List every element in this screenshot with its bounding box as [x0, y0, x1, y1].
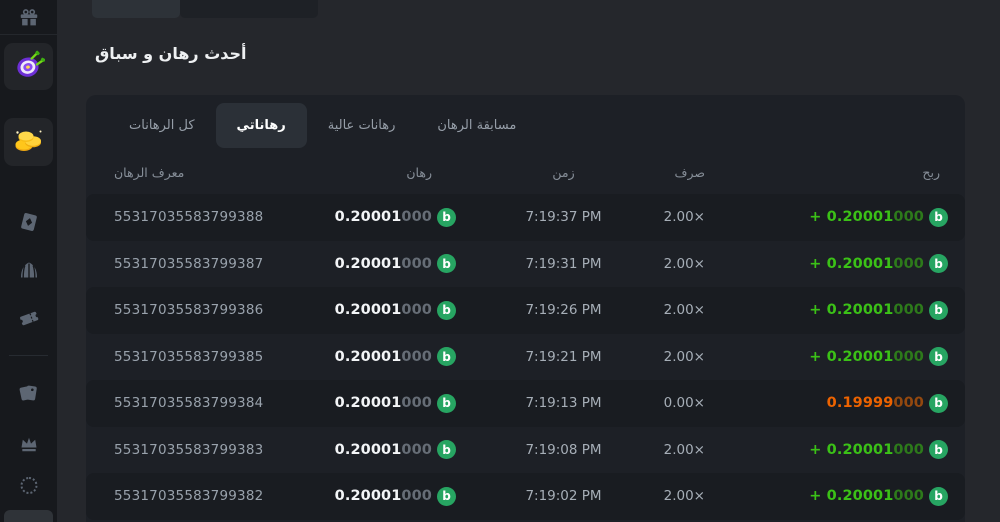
bet-time: 7:19:08 PM: [525, 442, 601, 458]
tags-icon[interactable]: [18, 382, 40, 404]
bet-amount: 0.20001000 b: [335, 487, 456, 506]
col-bet-id: معرف الرهان: [114, 165, 304, 180]
bet-payout: 2.00×: [664, 488, 705, 504]
bets-tabs: كل الرهانات رهاناتي رهانات عالية مسابقة …: [108, 103, 537, 148]
bet-amount: 0.20001000 b: [335, 208, 456, 227]
page-title: أحدث رهان و سباق: [95, 44, 247, 63]
bet-id: 55317035583799383: [114, 442, 304, 458]
bet-time: 7:19:02 PM: [525, 488, 601, 504]
bet-amount: 0.20001000 b: [335, 394, 456, 413]
bet-row[interactable]: 55317035583799384 0.20001000 b 7:19:13 P…: [86, 380, 965, 427]
bet-time: 7:19:26 PM: [525, 302, 601, 318]
bet-payout: 2.00×: [664, 302, 705, 318]
coin-icon: b: [929, 254, 948, 273]
coin-icon: b: [929, 347, 948, 366]
bet-row[interactable]: 55317035583799385 0.20001000 b 7:19:21 P…: [86, 334, 965, 381]
coin-icon: b: [437, 301, 456, 320]
coin-icon: b: [437, 440, 456, 459]
col-payout: صرف: [675, 165, 705, 180]
target-dart-icon: [13, 49, 45, 85]
coin-icon: b: [437, 487, 456, 506]
bet-payout: 2.00×: [664, 209, 705, 225]
table-header: معرف الرهان رهان زمن صرف ربح: [86, 152, 965, 192]
bets-panel: كل الرهانات رهاناتي رهانات عالية مسابقة …: [86, 95, 965, 522]
card-diamond-icon[interactable]: [18, 211, 40, 233]
shell-icon[interactable]: [18, 259, 40, 281]
coin-icon: b: [929, 394, 948, 413]
bet-time: 7:19:37 PM: [525, 209, 601, 225]
bet-id: 55317035583799386: [114, 302, 304, 318]
sidebar: [0, 0, 57, 522]
crown-icon[interactable]: [18, 433, 40, 455]
bet-amount: 0.20001000 b: [335, 254, 456, 273]
gold-coins-tile[interactable]: [4, 118, 53, 166]
bet-payout: 2.00×: [664, 256, 705, 272]
col-profit: ربح: [922, 165, 948, 180]
gift-icon[interactable]: [18, 7, 40, 29]
bet-row[interactable]: 55317035583799382 0.20001000 b 7:19:02 P…: [86, 473, 965, 520]
gear-icon[interactable]: [20, 477, 37, 494]
coin-icon: b: [929, 440, 948, 459]
top-partial-tab-active[interactable]: [92, 0, 180, 18]
bet-id: 55317035583799382: [114, 488, 304, 504]
bet-profit: + 0.20001000 b: [809, 487, 948, 506]
tab-my-bets[interactable]: رهاناتي: [216, 103, 307, 148]
col-bet: رهان: [406, 165, 456, 180]
main-content: أحدث رهان و سباق كل الرهانات رهاناتي رها…: [57, 0, 1000, 522]
bet-profit: 0.19999000 b: [827, 394, 948, 413]
coin-icon: b: [929, 208, 948, 227]
bet-row[interactable]: 55317035583799383 0.20001000 b 7:19:08 P…: [86, 427, 965, 474]
sidebar-divider: [0, 34, 57, 35]
bet-time: 7:19:21 PM: [525, 349, 601, 365]
coin-icon: b: [437, 254, 456, 273]
target-dart-tile[interactable]: [4, 43, 53, 90]
bet-amount: 0.20001000 b: [335, 440, 456, 459]
bet-id: 55317035583799385: [114, 349, 304, 365]
coin-icon: b: [437, 394, 456, 413]
sidebar-divider: [9, 355, 48, 356]
tab-bet-contest[interactable]: مسابقة الرهان: [416, 103, 537, 148]
tab-all-bets[interactable]: كل الرهانات: [108, 103, 216, 148]
bet-amount: 0.20001000 b: [335, 347, 456, 366]
bet-payout: 2.00×: [664, 349, 705, 365]
bet-payout: 2.00×: [664, 442, 705, 458]
bet-id: 55317035583799387: [114, 256, 304, 272]
bet-row[interactable]: 55317035583799386 0.20001000 b 7:19:26 P…: [86, 287, 965, 334]
bet-row[interactable]: 55317035583799388 0.20001000 b 7:19:37 P…: [86, 194, 965, 241]
bet-id: 55317035583799388: [114, 209, 304, 225]
partial-sidebar-tile[interactable]: [4, 510, 53, 522]
bet-profit: + 0.20001000 b: [809, 254, 948, 273]
bet-payout: 0.00×: [664, 395, 705, 411]
bet-rows: 55317035583799388 0.20001000 b 7:19:37 P…: [86, 194, 965, 520]
bet-profit: + 0.20001000 b: [809, 301, 948, 320]
ticket-icon[interactable]: [18, 307, 40, 329]
coin-icon: b: [437, 347, 456, 366]
bet-time: 7:19:31 PM: [525, 256, 601, 272]
gold-coins-icon: [12, 125, 46, 159]
bet-amount: 0.20001000 b: [335, 301, 456, 320]
bet-profit: + 0.20001000 b: [809, 440, 948, 459]
bet-id: 55317035583799384: [114, 395, 304, 411]
bet-time: 7:19:13 PM: [525, 395, 601, 411]
bet-row[interactable]: 55317035583799387 0.20001000 b 7:19:31 P…: [86, 241, 965, 288]
top-partial-tab[interactable]: [180, 0, 318, 18]
coin-icon: b: [437, 208, 456, 227]
col-time: زمن: [552, 165, 574, 180]
tab-high-bets[interactable]: رهانات عالية: [307, 103, 417, 148]
coin-icon: b: [929, 301, 948, 320]
bet-profit: + 0.20001000 b: [809, 208, 948, 227]
coin-icon: b: [929, 487, 948, 506]
bet-profit: + 0.20001000 b: [809, 347, 948, 366]
